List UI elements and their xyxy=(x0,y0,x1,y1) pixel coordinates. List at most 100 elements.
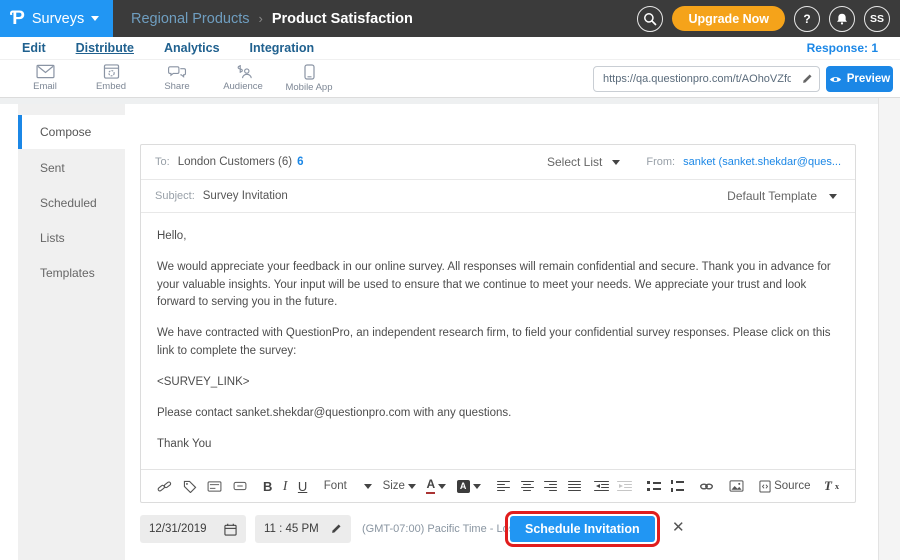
survey-tabs: Edit Distribute Analytics Integration Re… xyxy=(0,37,900,60)
underline-button[interactable]: U xyxy=(298,479,307,494)
audience-channel-button[interactable]: Audience xyxy=(210,64,276,93)
template-dropdown[interactable]: Default Template xyxy=(727,189,837,203)
product-name: Surveys xyxy=(32,11,84,27)
tab-distribute[interactable]: Distribute xyxy=(76,41,134,55)
preview-button[interactable]: Preview xyxy=(826,66,893,92)
email-body-editor[interactable]: Hello, We would appreciate your feedback… xyxy=(141,213,855,471)
sidebar-item-templates[interactable]: Templates xyxy=(18,257,125,289)
header-actions: Upgrade Now ? SS xyxy=(637,6,900,32)
upgrade-now-button[interactable]: Upgrade Now xyxy=(672,6,785,31)
bullet-list-icon xyxy=(647,481,661,491)
tab-integration[interactable]: Integration xyxy=(250,41,315,55)
share-channel-button[interactable]: Share xyxy=(144,64,210,93)
tab-edit[interactable]: Edit xyxy=(22,41,46,55)
bell-icon xyxy=(835,12,849,26)
numbered-list-button[interactable] xyxy=(671,480,684,492)
embed-channel-button[interactable]: Embed xyxy=(78,64,144,93)
bold-button[interactable]: B xyxy=(263,479,272,494)
help-button[interactable]: ? xyxy=(794,6,820,32)
edit-url-button[interactable] xyxy=(795,67,819,91)
breadcrumb-current: Product Satisfaction xyxy=(272,11,413,27)
scrollbar-track[interactable] xyxy=(878,98,900,560)
schedule-date-value: 12/31/2019 xyxy=(149,523,207,535)
calendar-icon xyxy=(224,523,237,536)
button-icon xyxy=(233,481,247,491)
questionpro-app: Ƥ Surveys Regional Products › Product Sa… xyxy=(0,0,900,560)
email-label: Email xyxy=(33,81,57,92)
highlight-color-letter: A xyxy=(457,480,470,493)
insert-button-button[interactable] xyxy=(233,481,247,491)
remove-format-letter: T xyxy=(824,478,832,494)
merge-field-button[interactable] xyxy=(207,481,222,492)
sidebar-item-sent[interactable]: Sent xyxy=(18,152,125,184)
search-icon xyxy=(643,12,657,26)
sidebar-item-compose[interactable]: Compose xyxy=(18,115,125,149)
tag-button[interactable] xyxy=(183,480,197,493)
decrease-indent-button[interactable] xyxy=(596,481,608,492)
text-color-button[interactable]: A xyxy=(426,478,446,493)
bullet-list-button[interactable] xyxy=(647,481,661,491)
to-count-badge[interactable]: 6 xyxy=(297,156,303,168)
embed-label: Embed xyxy=(96,81,126,92)
source-button[interactable]: Source xyxy=(759,480,810,493)
anchor-link-button[interactable] xyxy=(157,480,172,493)
breadcrumb-parent[interactable]: Regional Products xyxy=(131,11,250,27)
remove-format-button[interactable]: Tx xyxy=(824,478,839,494)
align-center-icon xyxy=(521,481,534,492)
search-button[interactable] xyxy=(637,6,663,32)
breadcrumb-separator: › xyxy=(259,11,263,26)
preview-label: Preview xyxy=(847,73,890,85)
sidebar-item-lists[interactable]: Lists xyxy=(18,222,125,254)
align-left-button[interactable] xyxy=(497,481,510,492)
size-dropdown[interactable]: Size xyxy=(383,480,416,492)
source-document-icon xyxy=(759,480,771,493)
share-label: Share xyxy=(164,81,189,92)
recipient-row: To: London Customers (6) 6 Select List F… xyxy=(141,145,855,180)
numbered-list-icon xyxy=(671,480,684,492)
audience-icon xyxy=(234,64,253,79)
highlight-color-button[interactable]: A xyxy=(457,480,481,493)
notifications-button[interactable] xyxy=(829,6,855,32)
surveys-product-menu[interactable]: Ƥ Surveys xyxy=(0,0,113,37)
from-label: From: xyxy=(646,156,675,168)
body-paragraph: We have contracted with QuestionPro, an … xyxy=(157,325,839,361)
tab-analytics[interactable]: Analytics xyxy=(164,41,220,55)
survey-url-input[interactable] xyxy=(594,73,795,85)
survey-url-field xyxy=(593,66,820,92)
schedule-invitation-button[interactable]: Schedule Invitation xyxy=(510,516,655,542)
chevron-down-icon xyxy=(364,484,372,489)
red-highlight-annotation: Schedule Invitation xyxy=(505,511,660,547)
pencil-icon xyxy=(801,73,813,85)
mobile-app-channel-button[interactable]: Mobile App xyxy=(276,64,342,93)
compose-card: To: London Customers (6) 6 Select List F… xyxy=(140,144,856,503)
italic-button[interactable]: I xyxy=(283,478,288,494)
pencil-icon xyxy=(330,523,342,535)
share-icon xyxy=(168,64,187,79)
schedule-date-picker[interactable]: 12/31/2019 xyxy=(140,515,246,543)
font-dropdown[interactable]: Font xyxy=(324,480,372,492)
align-center-button[interactable] xyxy=(521,481,534,492)
avatar[interactable]: SS xyxy=(864,6,890,32)
chevron-down-icon xyxy=(408,484,416,489)
to-value[interactable]: London Customers (6) xyxy=(178,156,292,168)
toolbar-gap xyxy=(0,98,900,104)
insert-image-button[interactable] xyxy=(729,480,744,492)
body-paragraph: Thank You xyxy=(157,436,839,454)
richtext-toolbar: B I U Font Size A A xyxy=(141,469,855,502)
select-list-dropdown[interactable]: Select List xyxy=(547,155,620,169)
from-dropdown[interactable]: sanket (sanket.shekdar@ques... xyxy=(683,156,841,168)
subject-value[interactable]: Survey Invitation xyxy=(203,190,288,202)
font-label: Font xyxy=(324,480,347,492)
align-justify-button[interactable] xyxy=(568,481,581,492)
template-label: Default Template xyxy=(727,189,817,203)
response-count[interactable]: Response: 1 xyxy=(807,41,878,55)
audience-label: Audience xyxy=(223,81,263,92)
align-right-button[interactable] xyxy=(544,481,557,492)
email-channel-button[interactable]: Email xyxy=(12,64,78,93)
mobile-app-label: Mobile App xyxy=(285,82,332,93)
close-icon[interactable]: ✕ xyxy=(672,518,685,536)
schedule-time-picker[interactable]: 11 : 45 PM xyxy=(255,515,351,543)
chain-link-icon xyxy=(157,480,172,493)
insert-link-button[interactable] xyxy=(699,482,714,491)
sidebar-item-scheduled[interactable]: Scheduled xyxy=(18,187,125,219)
